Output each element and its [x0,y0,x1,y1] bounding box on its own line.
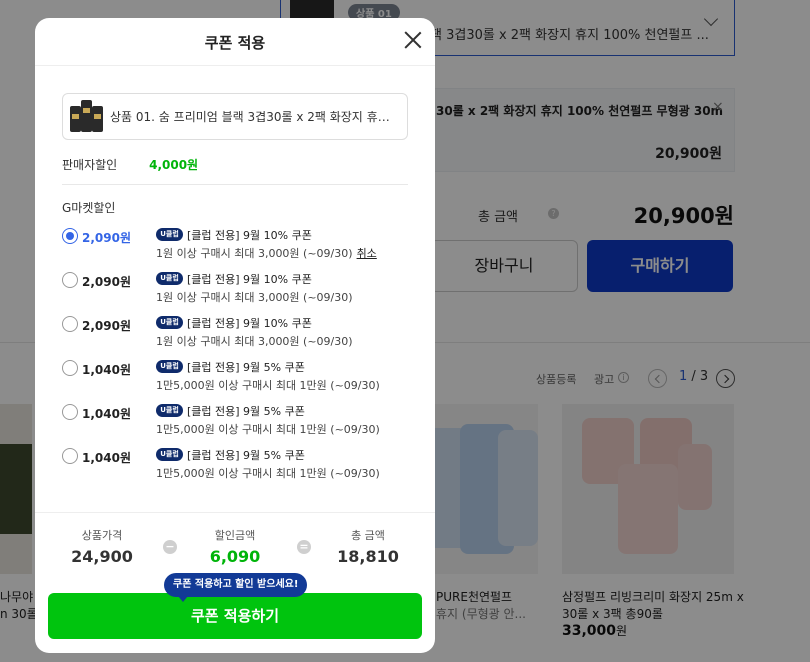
coupon-option[interactable]: 1,040원 U클럽 [클럽 전용] 9월 5% 쿠폰 1만5,000원 이상 … [62,400,412,444]
minus-icon: − [163,540,177,554]
coupon-option[interactable]: 2,090원 U클럽 [클럽 전용] 9월 10% 쿠폰 1원 이상 구매시 최… [62,312,412,356]
coupon-option[interactable]: 2,090원 U클럽 [클럽 전용] 9월 10% 쿠폰 1원 이상 구매시 최… [62,268,412,312]
coupon-condition: 1만5,000원 이상 구매시 최대 1만원 (~09/30) [156,423,380,436]
product-selector[interactable]: 상품 01. 숨 프리미엄 블랙 3겹30롤 x 2팩 화장지 휴지 100% … [62,93,408,140]
coupon-name: [클럽 전용] 9월 5% 쿠폰 [187,405,305,418]
coupon-condition-text: 1원 이상 구매시 최대 3,000원 (~09/30) [156,247,353,260]
coupon-name: [클럽 전용] 9월 10% 쿠폰 [187,317,312,330]
summary-total: 총 금액 18,810 [323,527,413,566]
coupon-condition: 1만5,000원 이상 구매시 최대 1만원 (~09/30) [156,379,380,392]
coupon-condition: 1만5,000원 이상 구매시 최대 1만원 (~09/30) [156,467,380,480]
apply-coupon-button[interactable]: 쿠폰 적용하기 [48,593,422,639]
coupon-condition: 1원 이상 구매시 최대 3,000원 (~09/30) 취소 [156,245,377,261]
seller-discount-label: 판매자할인 [62,158,118,172]
coupon-amount: 2,090원 [82,231,131,245]
summary-discount-label: 할인금액 [214,529,256,542]
apply-tooltip: 쿠폰 적용하고 할인 받으세요! [164,573,308,602]
coupon-radio[interactable] [62,404,78,420]
coupon-radio[interactable] [62,448,78,464]
club-badge: U클럽 [156,448,183,461]
modal-header: 쿠폰 적용 [35,18,435,66]
club-badge: U클럽 [156,316,183,329]
coupon-amount: 1,040원 [82,363,131,377]
coupon-name: [클럽 전용] 9월 10% 쿠폰 [187,229,312,242]
seller-discount-value: 4,000원 [149,158,199,172]
club-badge: U클럽 [156,228,183,241]
summary-discount-value: 6,090 [209,547,261,566]
coupon-amount: 1,040원 [82,451,131,465]
close-icon[interactable] [403,30,423,50]
product-thumbnail [70,100,103,132]
coupon-name: [클럽 전용] 9월 10% 쿠폰 [187,273,312,286]
modal-title: 쿠폰 적용 [204,34,266,52]
summary-price-value: 24,900 [71,547,133,566]
coupon-radio[interactable] [62,316,78,332]
coupon-name: [클럽 전용] 9월 5% 쿠폰 [187,449,305,462]
seller-discount-row: 판매자할인 4,000원 [62,154,408,173]
equals-icon: = [297,540,311,554]
coupon-amount: 2,090원 [82,275,131,289]
coupon-radio[interactable] [62,360,78,376]
product-name: 상품 01. 숨 프리미엄 블랙 3겹30롤 x 2팩 화장지 휴지 100% … [110,110,400,124]
coupon-condition: 1원 이상 구매시 최대 3,000원 (~09/30) [156,335,353,348]
club-badge: U클럽 [156,272,183,285]
coupon-cancel-link[interactable]: 취소 [357,247,377,260]
summary-total-value: 18,810 [337,547,399,566]
coupon-amount: 1,040원 [82,407,131,421]
coupon-amount: 2,090원 [82,319,131,333]
coupon-name: [클럽 전용] 9월 5% 쿠폰 [187,361,305,374]
gmarket-discount-label: G마켓할인 [62,201,116,215]
coupon-radio[interactable] [62,228,78,244]
summary-discount: 할인금액 6,090 [190,527,280,566]
coupon-modal: 쿠폰 적용 상품 01. 숨 프리미엄 블랙 3겹30롤 x 2팩 화장지 휴지… [35,18,435,653]
coupon-radio[interactable] [62,272,78,288]
coupon-option[interactable]: 1,040원 U클럽 [클럽 전용] 9월 5% 쿠폰 1만5,000원 이상 … [62,444,412,488]
summary-total-label: 총 금액 [351,529,385,542]
club-badge: U클럽 [156,404,183,417]
summary-price-label: 상품가격 [81,529,123,542]
coupon-option[interactable]: 1,040원 U클럽 [클럽 전용] 9월 5% 쿠폰 1만5,000원 이상 … [62,356,412,400]
coupon-list: 2,090원 U클럽 [클럽 전용] 9월 10% 쿠폰 1원 이상 구매시 최… [62,224,412,488]
coupon-option[interactable]: 2,090원 U클럽 [클럽 전용] 9월 10% 쿠폰 1원 이상 구매시 최… [62,224,412,268]
coupon-condition: 1원 이상 구매시 최대 3,000원 (~09/30) [156,291,353,304]
divider [62,184,408,185]
summary-price: 상품가격 24,900 [57,527,147,566]
club-badge: U클럽 [156,360,183,373]
